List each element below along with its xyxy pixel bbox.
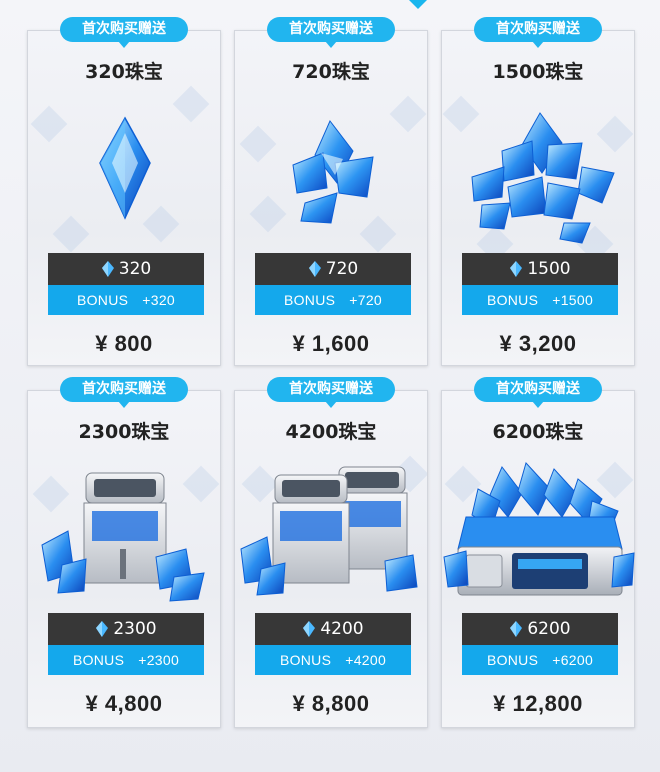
bonus-label: BONUS: [486, 292, 539, 308]
jewel-icon: [510, 621, 523, 637]
double-crystal-crate-icon: [240, 466, 418, 596]
jewel-amount: 4200: [255, 613, 411, 645]
bonus-value: +6200: [552, 652, 594, 668]
shop-item-card-6200[interactable]: 首次购买赠送 6200珠宝 6200 BONUS +6200 ¥ 12,800: [441, 377, 635, 728]
bonus-bar: BONUS +1500: [462, 285, 618, 315]
shop-item-card-320[interactable]: 首次购买赠送 320珠宝 320 BONUS +320 ¥ 800: [27, 17, 221, 366]
jewel-amount: 2300: [48, 613, 204, 645]
bonus-value: +4200: [345, 652, 387, 668]
shop-item-card-4200[interactable]: 首次购买赠送 4200珠宝 4200 BONUS +4200 ¥ 8,800: [234, 377, 428, 728]
bonus-label: BONUS: [76, 292, 129, 308]
jewel-icon: [101, 261, 114, 277]
item-title: 4200珠宝: [285, 421, 377, 443]
bonus-bar: BONUS +6200: [462, 645, 618, 675]
item-title: 6200珠宝: [492, 421, 584, 443]
crystal-chest-icon: [443, 462, 635, 596]
shop-item-card-1500[interactable]: 首次购买赠送 1500珠宝 1500 BONUS +1500 ¥ 3,200: [441, 17, 635, 366]
amount-panel: 4200 BONUS +4200: [255, 613, 411, 675]
first-purchase-badge: 首次购买赠送: [474, 377, 602, 408]
jewel-amount-value: 320: [118, 259, 152, 279]
crystal-crate-icon: [41, 472, 205, 602]
amount-panel: 320 BONUS +320: [48, 253, 204, 315]
jewel-amount-value: 720: [325, 259, 359, 279]
shop-item-card-2300[interactable]: 首次购买赠送 2300珠宝 2300 BONUS +2300 ¥ 4,800: [27, 377, 221, 728]
price-button[interactable]: ¥ 4,800: [28, 691, 220, 717]
jewel-amount-value: 1500: [527, 259, 571, 279]
bonus-value: +320: [142, 292, 176, 308]
jewel-amount-value: 4200: [320, 619, 364, 639]
first-purchase-badge: 首次购买赠送: [60, 17, 188, 48]
price-button[interactable]: ¥ 3,200: [442, 331, 634, 357]
price-button[interactable]: ¥ 1,600: [235, 331, 427, 357]
amount-panel: 1500 BONUS +1500: [462, 253, 618, 315]
item-title: 1500珠宝: [492, 61, 584, 83]
shop-item-card-720[interactable]: 首次购买赠送 720珠宝 720 BONUS +720 ¥ 1,600: [234, 17, 428, 366]
price-button[interactable]: ¥ 12,800: [442, 691, 634, 717]
first-purchase-badge: 首次购买赠送: [267, 377, 395, 408]
crystal-cluster-icon: [292, 120, 374, 224]
crystal-pile-icon: [471, 112, 615, 244]
jewel-icon: [303, 621, 316, 637]
top-pointer-indicator: [409, 0, 427, 9]
bonus-label: BONUS: [279, 652, 332, 668]
bonus-label: BONUS: [283, 292, 336, 308]
item-title: 320珠宝: [85, 61, 163, 83]
amount-panel: 720 BONUS +720: [255, 253, 411, 315]
bonus-value: +720: [349, 292, 383, 308]
jewel-amount: 1500: [462, 253, 618, 285]
first-purchase-badge: 首次购买赠送: [474, 17, 602, 48]
jewel-amount: 320: [48, 253, 204, 285]
bonus-bar: BONUS +4200: [255, 645, 411, 675]
bonus-label: BONUS: [72, 652, 125, 668]
jewel-amount: 6200: [462, 613, 618, 645]
amount-panel: 6200 BONUS +6200: [462, 613, 618, 675]
price-button[interactable]: ¥ 8,800: [235, 691, 427, 717]
bonus-bar: BONUS +720: [255, 285, 411, 315]
first-purchase-badge: 首次购买赠送: [60, 377, 188, 408]
single-crystal-icon: [99, 116, 151, 220]
bonus-label: BONUS: [486, 652, 539, 668]
amount-panel: 2300 BONUS +2300: [48, 613, 204, 675]
bonus-value: +1500: [552, 292, 594, 308]
item-title: 2300珠宝: [78, 421, 170, 443]
jewel-amount-value: 6200: [527, 619, 571, 639]
item-title: 720珠宝: [292, 61, 370, 83]
bonus-value: +2300: [138, 652, 180, 668]
jewel-amount-value: 2300: [113, 619, 157, 639]
jewel-icon: [96, 621, 109, 637]
jewel-icon: [308, 261, 321, 277]
jewel-shop-grid: 首次购买赠送 320珠宝 320 BONUS +320 ¥ 800 首次购买赠送…: [27, 17, 635, 728]
bonus-bar: BONUS +2300: [48, 645, 204, 675]
bonus-bar: BONUS +320: [48, 285, 204, 315]
first-purchase-badge: 首次购买赠送: [267, 17, 395, 48]
price-button[interactable]: ¥ 800: [28, 331, 220, 357]
jewel-amount: 720: [255, 253, 411, 285]
jewel-icon: [510, 261, 523, 277]
